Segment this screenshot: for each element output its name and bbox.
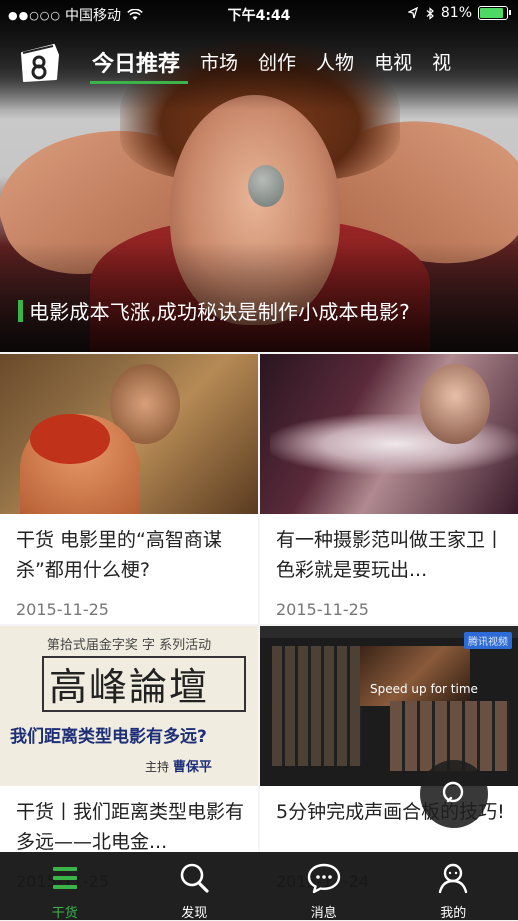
article-card[interactable]: 有一种摄影范叫做王家卫丨色彩就是要玩出... 2015-11-25	[260, 354, 518, 624]
article-thumbnail	[260, 354, 518, 514]
tabbar-item-ganhuo[interactable]: 干货	[0, 852, 130, 920]
tab-tv[interactable]: 电视	[364, 40, 422, 88]
hero-caption: 电影成本飞涨,成功秘诀是制作小成本电影?	[18, 296, 410, 325]
bottom-tab-bar: 干货 发现 消息 我的	[0, 852, 518, 920]
tab-creation[interactable]: 创作	[248, 40, 306, 88]
poster-host: 主持 曹保平	[145, 756, 212, 775]
hero-image-nose-object	[248, 165, 284, 207]
tab-market[interactable]: 市场	[190, 40, 248, 88]
article-thumbnail	[0, 354, 258, 514]
app-logo-icon[interactable]	[18, 41, 62, 83]
search-icon	[440, 780, 468, 808]
layers-icon	[49, 862, 81, 894]
tabbar-item-profile[interactable]: 我的	[389, 852, 518, 920]
bluetooth-icon	[426, 7, 435, 20]
floating-search-button[interactable]	[420, 760, 488, 828]
article-card[interactable]: 干货 电影里的“高智商谋杀”都用什么梗? 2015-11-25	[0, 354, 258, 624]
tabbar-label: 我的	[389, 902, 518, 921]
article-thumbnail: 第拾式届金字奖 字 系列活动 高峰論壇 我们距离类型电影有多远? 主持 曹保平	[0, 626, 258, 786]
tabbar-label: 消息	[259, 902, 389, 921]
tab-today-recommend[interactable]: 今日推荐	[82, 40, 190, 86]
search-icon	[178, 862, 210, 894]
poster-header: 第拾式届金字奖 字 系列活动	[0, 634, 258, 653]
article-title: 干货 电影里的“高智商谋杀”都用什么梗?	[16, 525, 246, 585]
article-thumbnail: Speed up for time 腾讯视频	[260, 626, 518, 786]
category-tabs: 今日推荐 市场 创作 人物 电视 视	[82, 40, 518, 90]
article-date: 2015-11-25	[16, 600, 109, 619]
battery-icon	[478, 6, 508, 20]
tabbar-label: 发现	[130, 902, 260, 921]
article-date: 2015-11-25	[276, 600, 369, 619]
poster-question: 我们距离类型电影有多远?	[10, 722, 258, 747]
status-bar: ●●○○○ 中国移动 下午4:44 81%	[0, 0, 518, 28]
tab-video[interactable]: 视	[422, 40, 461, 88]
location-arrow-icon	[408, 7, 418, 19]
video-source-badge: 腾讯视频	[464, 632, 512, 649]
tab-people[interactable]: 人物	[306, 40, 364, 88]
editor-overlay-text: Speed up for time	[370, 682, 478, 696]
article-title: 干货丨我们距离类型电影有多远——北电金...	[16, 797, 246, 857]
chat-bubble-icon	[307, 862, 341, 894]
tabbar-item-discover[interactable]: 发现	[130, 852, 260, 920]
hero-caption-accent-bar	[18, 300, 23, 322]
battery-percent: 81%	[441, 5, 472, 21]
tabbar-item-messages[interactable]: 消息	[259, 852, 389, 920]
article-title: 有一种摄影范叫做王家卫丨色彩就是要玩出...	[276, 525, 506, 585]
hero-caption-text: 电影成本飞涨,成功秘诀是制作小成本电影?	[29, 296, 410, 325]
tabbar-label: 干货	[0, 902, 130, 921]
user-icon	[437, 862, 469, 894]
poster-title: 高峰論壇	[0, 656, 258, 711]
